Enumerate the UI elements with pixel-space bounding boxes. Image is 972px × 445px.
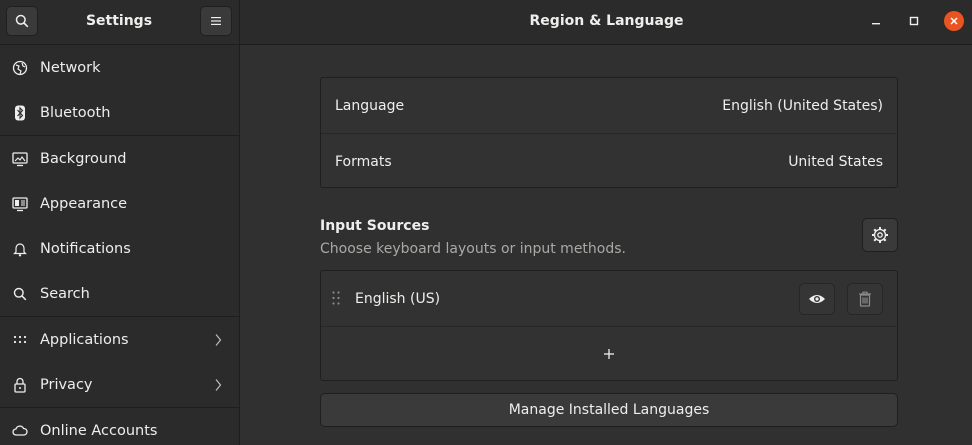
network-icon xyxy=(11,59,29,77)
input-source-row[interactable]: English (US) xyxy=(321,271,897,326)
sidebar-item-background[interactable]: Background xyxy=(0,136,240,181)
header-bar: Settings Region & Language xyxy=(0,0,972,45)
menu-button[interactable] xyxy=(200,6,232,36)
plus-icon xyxy=(604,349,614,359)
bluetooth-icon xyxy=(11,104,29,122)
manage-installed-languages-button[interactable]: Manage Installed Languages xyxy=(320,393,898,427)
sidebar-item-label: Online Accounts xyxy=(40,422,158,439)
sidebar-item-label: Network xyxy=(40,59,101,76)
gear-icon xyxy=(872,227,888,243)
sidebar-item-network[interactable]: Network xyxy=(0,45,240,90)
cloud-icon xyxy=(11,422,29,440)
sidebar-item-label: Background xyxy=(40,150,127,167)
input-sources-list: English (US) xyxy=(320,270,898,381)
sidebar-item-label: Appearance xyxy=(40,195,128,212)
sidebar-item-online-accounts[interactable]: Online Accounts xyxy=(0,408,240,445)
sidebar-item-label: Bluetooth xyxy=(40,104,111,121)
search-icon xyxy=(11,285,29,303)
sidebar-item-notifications[interactable]: Notifications xyxy=(0,226,240,271)
sidebar-item-appearance[interactable]: Appearance xyxy=(0,181,240,226)
drag-handle-icon[interactable] xyxy=(331,290,341,306)
sidebar-item-label: Search xyxy=(40,285,90,302)
language-row[interactable]: Language English (United States) xyxy=(321,78,897,133)
sidebar-item-label: Privacy xyxy=(40,376,93,393)
sidebar-title: Settings xyxy=(85,13,153,29)
hamburger-menu-icon xyxy=(211,17,221,25)
close-icon xyxy=(950,17,958,25)
sidebar-item-privacy[interactable]: Privacy xyxy=(0,362,240,407)
input-sources-title: Input Sources xyxy=(320,218,430,234)
input-source-label: English (US) xyxy=(355,290,441,307)
sidebar-item-applications[interactable]: Applications xyxy=(0,317,240,362)
chevron-right-icon xyxy=(215,378,222,391)
formats-value: United States xyxy=(788,153,883,170)
input-sources-subtitle: Choose keyboard layouts or input methods… xyxy=(320,241,626,257)
background-icon xyxy=(11,150,29,168)
appearance-icon xyxy=(11,195,29,213)
minimize-button[interactable] xyxy=(866,11,886,31)
maximize-button[interactable] xyxy=(904,11,924,31)
sidebar-item-label: Notifications xyxy=(40,240,131,257)
sidebar: Network Bluetooth Background Appearance … xyxy=(0,45,240,445)
add-input-source-button[interactable] xyxy=(321,327,897,381)
sidebar-header: Settings xyxy=(0,0,240,45)
sidebar-item-label: Applications xyxy=(40,331,129,348)
close-button[interactable] xyxy=(944,11,964,31)
eye-icon xyxy=(809,295,825,303)
language-value: English (United States) xyxy=(722,97,883,114)
input-sources-options-button[interactable] xyxy=(862,218,898,252)
trash-icon xyxy=(859,291,871,307)
applications-grid-icon xyxy=(11,331,29,349)
search-icon xyxy=(15,14,29,28)
sidebar-item-bluetooth[interactable]: Bluetooth xyxy=(0,90,240,135)
formats-label: Formats xyxy=(335,153,392,170)
minimize-icon xyxy=(872,23,880,25)
language-label: Language xyxy=(335,97,405,114)
search-button[interactable] xyxy=(6,6,38,36)
lock-icon xyxy=(11,376,29,394)
view-layout-button[interactable] xyxy=(799,283,835,315)
language-formats-card: Language English (United States) Formats… xyxy=(320,77,898,188)
page-title: Region & Language xyxy=(529,13,684,29)
chevron-right-icon xyxy=(215,333,222,346)
bell-icon xyxy=(11,240,29,258)
remove-input-source-button[interactable] xyxy=(847,283,883,315)
maximize-icon xyxy=(909,16,919,26)
sidebar-item-search[interactable]: Search xyxy=(0,271,240,316)
formats-row[interactable]: Formats United States xyxy=(321,134,897,189)
